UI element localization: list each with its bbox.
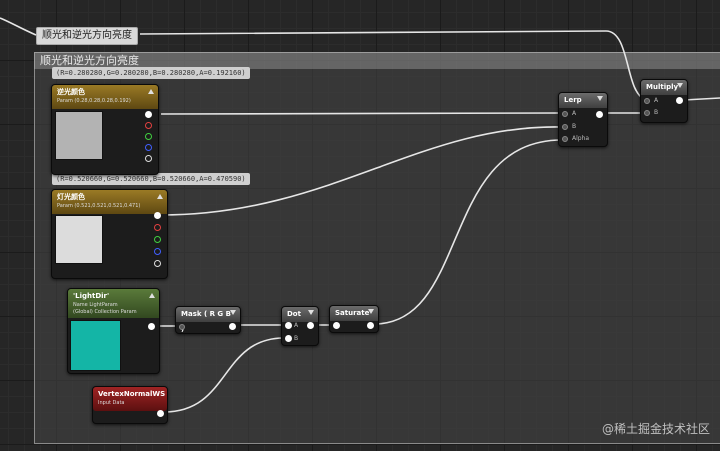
wire-back-to-lerp — [160, 112, 563, 115]
input-pin-a[interactable] — [562, 111, 568, 117]
output-pin[interactable] — [148, 323, 155, 330]
pin-label-b: B — [572, 123, 577, 130]
color-swatch — [55, 215, 103, 264]
wire-tag-to-multiply — [139, 30, 645, 100]
output-pin[interactable] — [367, 322, 374, 329]
input-pin-alpha[interactable] — [562, 136, 568, 142]
node-lerp-header[interactable]: Lerp — [559, 93, 607, 108]
collapse-icon[interactable] — [308, 310, 314, 315]
node-light-dir-header[interactable]: 'LightDir' Name LightParam (Global) Coll… — [68, 289, 159, 318]
node-light-color-subtitle: Param (0.521,0.521,0.521,0.471) — [57, 203, 141, 209]
node-light-dir-title: 'LightDir' — [73, 292, 110, 300]
output-pin-b[interactable] — [145, 144, 152, 151]
node-mask[interactable]: Mask ( R G B ) — [175, 306, 241, 334]
output-pin-r[interactable] — [145, 122, 152, 129]
pin-label-b: B — [654, 109, 659, 116]
wire-multiply-out — [683, 97, 720, 101]
input-pin-b[interactable] — [644, 110, 650, 116]
wire-top-reroute — [0, 17, 37, 36]
input-pin[interactable] — [179, 324, 185, 330]
node-saturate[interactable]: Saturate — [329, 305, 379, 333]
input-pin-a[interactable] — [285, 322, 292, 329]
node-multiply[interactable]: Multiply A B — [640, 79, 688, 123]
output-pin-g[interactable] — [154, 236, 161, 243]
pin-label-alpha: Alpha — [572, 135, 590, 142]
collapse-icon[interactable] — [149, 293, 155, 298]
node-mask-title: Mask ( R G B ) — [181, 310, 231, 333]
node-multiply-title: Multiply — [646, 83, 679, 91]
node-back-color[interactable]: 逆光颜色 Param (0.28,0.28,0.28,0.192) — [51, 84, 159, 175]
output-pin[interactable] — [307, 322, 314, 329]
node-saturate-title: Saturate — [335, 309, 370, 317]
node-dot-header[interactable]: Dot — [282, 307, 318, 322]
input-pin-b[interactable] — [285, 335, 292, 342]
output-pin-rgb[interactable] — [145, 111, 152, 118]
input-pin-b[interactable] — [562, 124, 568, 130]
node-dot-title: Dot — [287, 310, 301, 318]
node-saturate-header[interactable]: Saturate — [330, 306, 378, 321]
node-vertex-normal-subtitle: Input Data — [98, 400, 125, 406]
node-light-dir-subtitle-2: (Global) Collection Param — [73, 309, 137, 315]
pin-label-a: A — [572, 110, 577, 117]
node-vertex-normal-title: VertexNormalWS — [98, 390, 166, 398]
output-pin[interactable] — [676, 97, 683, 104]
collapse-icon[interactable] — [597, 96, 603, 101]
output-pin-g[interactable] — [145, 133, 152, 140]
watermark: @稀土掘金技术社区 — [601, 422, 710, 436]
wire-normal-to-dot — [163, 337, 284, 413]
back-color-value-label: (R=0.280280,G=0.280280,B=0.280280,A=0.19… — [52, 67, 250, 79]
node-back-color-title: 逆光颜色 — [57, 88, 85, 96]
node-vertex-normal[interactable]: VertexNormalWS Input Data — [92, 386, 168, 424]
output-pin-rgb[interactable] — [154, 212, 161, 219]
node-lerp[interactable]: Lerp A B Alpha — [558, 92, 608, 147]
node-lerp-title: Lerp — [564, 96, 582, 104]
node-multiply-header[interactable]: Multiply — [641, 80, 687, 95]
collapse-icon[interactable] — [677, 83, 683, 88]
pin-label-b: B — [294, 335, 299, 342]
output-pin-r[interactable] — [154, 224, 161, 231]
node-vertex-normal-header[interactable]: VertexNormalWS Input Data — [93, 387, 167, 411]
output-pin-a[interactable] — [154, 260, 161, 267]
node-back-color-header[interactable]: 逆光颜色 Param (0.28,0.28,0.28,0.192) — [52, 85, 158, 109]
color-swatch — [70, 320, 121, 371]
node-dot[interactable]: Dot A B — [281, 306, 319, 346]
node-light-dir[interactable]: 'LightDir' Name LightParam (Global) Coll… — [67, 288, 160, 374]
output-pin-b[interactable] — [154, 248, 161, 255]
input-pin-a[interactable] — [644, 98, 650, 104]
wire-light-to-lerp — [160, 126, 563, 216]
output-pin[interactable] — [596, 111, 603, 118]
pin-label-a: A — [294, 322, 299, 329]
node-mask-header[interactable]: Mask ( R G B ) — [176, 307, 240, 333]
input-pin[interactable] — [333, 322, 340, 329]
node-light-dir-subtitle-1: Name LightParam — [73, 302, 118, 308]
collapse-icon[interactable] — [148, 89, 154, 94]
collapse-icon[interactable] — [368, 309, 374, 314]
collapse-icon[interactable] — [230, 310, 236, 315]
output-pin-a[interactable] — [145, 155, 152, 162]
node-light-color-header[interactable]: 灯光颜色 Param (0.521,0.521,0.521,0.471) — [52, 190, 167, 214]
output-pin[interactable] — [229, 323, 236, 330]
output-pin[interactable] — [157, 410, 164, 417]
wire-saturate-to-lerp — [373, 139, 563, 325]
collapse-icon[interactable] — [157, 194, 163, 199]
node-light-color-title: 灯光颜色 — [57, 193, 85, 201]
node-back-color-subtitle: Param (0.28,0.28,0.28,0.192) — [57, 98, 131, 104]
node-light-color[interactable]: 灯光颜色 Param (0.521,0.521,0.521,0.471) — [51, 189, 168, 279]
pin-label-a: A — [654, 97, 659, 104]
color-swatch — [55, 111, 103, 160]
